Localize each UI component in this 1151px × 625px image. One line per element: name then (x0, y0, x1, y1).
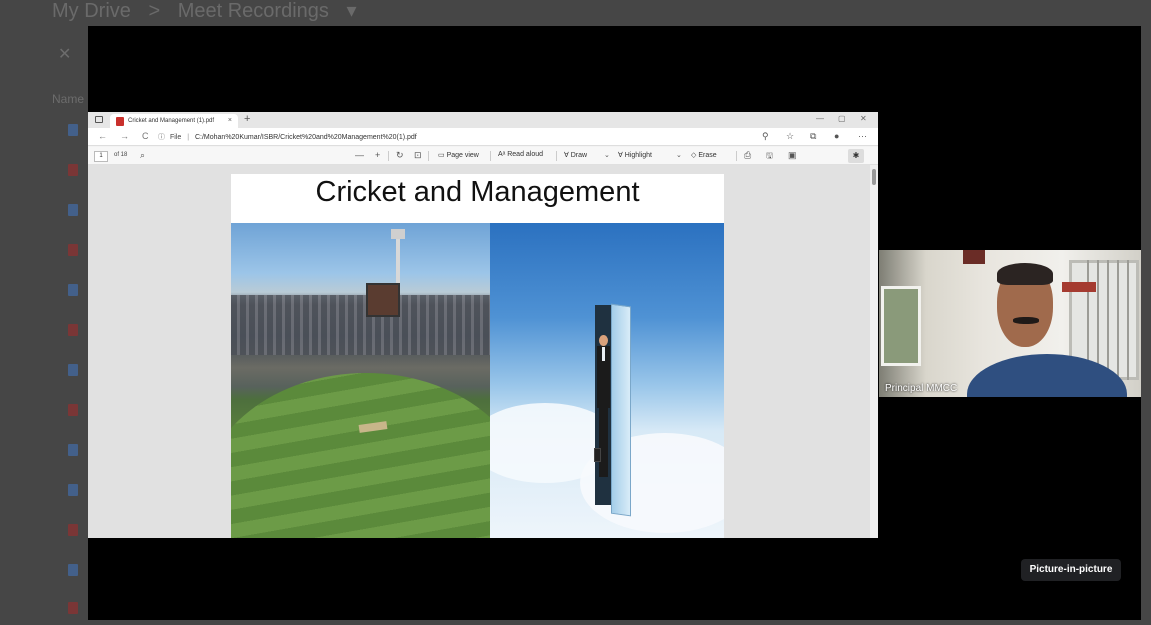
save-icon[interactable]: 🖫 (766, 150, 773, 164)
page-number-input[interactable]: 1 (94, 151, 108, 162)
cricket-field (231, 373, 490, 538)
participant-hair (997, 263, 1053, 285)
new-tab-button[interactable]: + (244, 113, 250, 125)
pdf-page-slide: Cricket and Management (231, 174, 724, 538)
address-bar: ← → C ⓘ File | C:/Mohan%20Kumar/ISBR/Cri… (88, 128, 878, 146)
cricket-stadium-image (231, 223, 490, 538)
chevron-down-icon[interactable]: ▾ (346, 0, 356, 22)
highlight-button[interactable]: ∀ Highlight (618, 151, 652, 159)
erase-button[interactable]: ◇ Erase (691, 151, 717, 159)
page-total-label: of 18 (114, 152, 128, 158)
participant-name-label: Principal MMCC (885, 383, 958, 394)
toolbar-divider (736, 151, 737, 161)
url-text: C:/Mohan%20Kumar/ISBR/Cricket%20and%20Ma… (194, 134, 417, 141)
room-window (881, 286, 921, 366)
briefcase (594, 448, 601, 462)
toolbar-divider (388, 151, 389, 161)
breadcrumb-my-drive[interactable]: My Drive (52, 0, 131, 22)
vertical-scrollbar[interactable] (870, 165, 878, 538)
toolbar-divider (428, 151, 429, 161)
print-icon[interactable]: ⎙ (744, 150, 751, 161)
close-icon[interactable]: × (228, 117, 232, 124)
businessman-shirt (602, 347, 605, 361)
more-menu-icon[interactable]: ··· (858, 131, 867, 141)
doc-file-icon (68, 444, 78, 456)
wall-frame (963, 250, 985, 264)
zoom-out-icon[interactable]: — (355, 150, 364, 160)
scoreboard (366, 283, 400, 317)
video-file-icon (68, 524, 78, 536)
forward-arrow-icon[interactable]: → (120, 131, 129, 141)
highlight-icon: ∀ (618, 152, 623, 159)
toolbar-divider (556, 151, 557, 161)
businessman-legs (599, 407, 608, 477)
tab-bar: Cricket and Management (1).pdf × + — ▢ ✕ (88, 112, 878, 128)
eraser-icon: ◇ (691, 152, 697, 159)
maximize-button[interactable]: ▢ (838, 114, 846, 123)
tab-title: Cricket and Management (1).pdf (128, 118, 215, 124)
profile-avatar-icon[interactable]: ● (834, 131, 839, 141)
breadcrumb: My Drive > Meet Recordings ▾ (52, 0, 369, 23)
fit-page-icon[interactable]: ⊡ (414, 150, 422, 161)
pin-toolbar-icon[interactable]: ✱ (848, 149, 864, 163)
pdf-icon (116, 117, 124, 126)
toolbar-divider (490, 151, 491, 161)
zoom-in-icon[interactable]: + (375, 150, 380, 160)
doc-file-icon (68, 564, 78, 576)
doc-file-icon (68, 364, 78, 376)
scrollbar-thumb[interactable] (872, 169, 876, 185)
read-aloud-icon: Aᵃ (498, 151, 506, 158)
collections-icon[interactable]: ⧉ (810, 131, 816, 142)
browser-tab[interactable]: Cricket and Management (1).pdf × (110, 114, 238, 128)
chevron-down-icon[interactable]: ⌄ (604, 151, 610, 159)
breadcrumb-separator: > (148, 0, 161, 22)
participant-moustache (1013, 317, 1039, 324)
draw-icon: ∀ (564, 152, 569, 159)
page-view-button[interactable]: ▭ Page view (438, 151, 479, 159)
doc-file-icon (68, 284, 78, 296)
stadium-stands (231, 295, 490, 355)
read-aloud-button[interactable]: Aᵃ Read aloud (498, 151, 543, 158)
video-file-icon (68, 164, 78, 176)
url-scheme-label: File (169, 134, 182, 141)
refresh-icon[interactable]: C (142, 131, 149, 141)
screen-root: My Drive > Meet Recordings ▾ ✕ Name Cric… (0, 0, 1151, 625)
draw-button[interactable]: ∀ Draw (564, 151, 587, 159)
slide-title: Cricket and Management (315, 176, 640, 208)
chevron-down-icon[interactable]: ⌄ (676, 151, 682, 159)
read-mode-icon[interactable]: ⚲ (762, 131, 769, 142)
video-file-icon (68, 244, 78, 256)
tab-actions-icon[interactable] (95, 116, 103, 123)
video-file-icon (68, 602, 78, 614)
shared-screen-browser: Cricket and Management (1).pdf × + — ▢ ✕… (88, 112, 878, 538)
doc-file-icon (68, 124, 78, 136)
save-as-icon[interactable]: ▣ (788, 150, 797, 161)
wall-sign (1062, 282, 1096, 292)
picture-in-picture-button[interactable]: Picture-in-picture (1021, 559, 1121, 581)
video-file-icon (68, 324, 78, 336)
video-file-icon (68, 404, 78, 416)
floodlight-head (391, 229, 405, 239)
favorite-star-icon[interactable]: ☆ (786, 131, 794, 142)
doc-file-icon (68, 484, 78, 496)
back-arrow-icon[interactable]: ← (98, 131, 107, 141)
name-column-header[interactable]: Name (52, 92, 84, 106)
pdf-toolbar: 1 of 18 ⌕ — + ↻ ⊡ ▭ Page view Aᵃ Read al… (88, 147, 878, 165)
url-separator: | (187, 134, 190, 141)
rotate-icon[interactable]: ↻ (396, 150, 404, 161)
breadcrumb-meet-recordings[interactable]: Meet Recordings (178, 0, 329, 22)
info-icon[interactable]: ⓘ (158, 134, 165, 141)
page-view-icon: ▭ (438, 152, 447, 159)
businessman-head (599, 335, 608, 346)
search-icon[interactable]: ⌕ (140, 150, 145, 161)
window-close-button[interactable]: ✕ (860, 114, 867, 123)
participant-video-tile[interactable]: Principal MMCC (879, 250, 1141, 397)
minimize-button[interactable]: — (816, 114, 824, 123)
url-field[interactable]: ⓘ File | C:/Mohan%20Kumar/ISBR/Cricket%2… (158, 130, 758, 143)
businessman-door-image (490, 223, 724, 538)
open-door (611, 303, 631, 517)
close-icon[interactable]: ✕ (58, 44, 71, 64)
doc-file-icon (68, 204, 78, 216)
